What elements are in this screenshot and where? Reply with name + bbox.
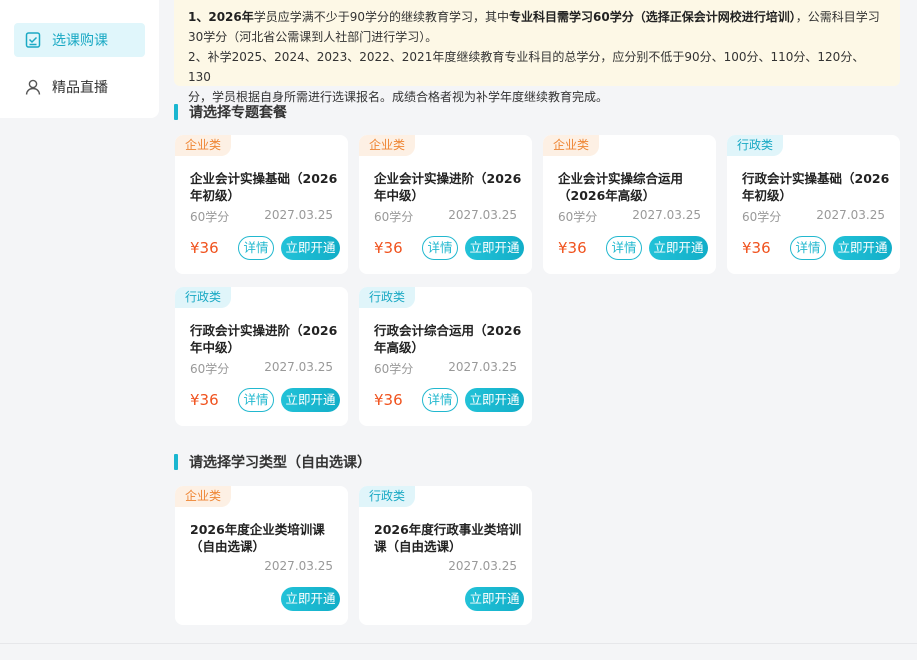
card-date: 2027.03.25 — [632, 208, 701, 222]
open-now-button[interactable]: 立即开通 — [465, 388, 524, 412]
notice-text: 学员应学满不少于90学分的继续教育学习，其中 — [253, 10, 510, 24]
notice-banner: 1、2026年学员应学满不少于90学分的继续教育学习，其中专业科目需学习60学分… — [174, 0, 900, 104]
notice-text: ，公需科目学习 — [795, 10, 880, 24]
package-card: 行政类 行政会计综合运用（2026年高级） 60学分 2027.03.25 ¥3… — [359, 287, 532, 426]
notice-text: 分，学员根据自身所需进行选课报名。成绩合格者视为补学年度继续教育完成。 — [188, 90, 609, 104]
card-date: 2027.03.25 — [448, 559, 517, 573]
card-title: 企业会计实操进阶（2026年中级） — [374, 171, 522, 203]
card-credits: 60学分 — [190, 362, 230, 376]
package-card: 行政类 行政会计实操进阶（2026年中级） 60学分 2027.03.25 ¥3… — [175, 287, 348, 426]
open-now-button[interactable]: 立即开通 — [281, 236, 340, 260]
user-icon — [24, 78, 42, 96]
detail-button[interactable]: 详情 — [606, 236, 642, 260]
card-credits: 60学分 — [374, 362, 414, 376]
card-price: ¥36 — [558, 239, 587, 257]
card-price: ¥36 — [374, 239, 403, 257]
category-tag: 行政类 — [175, 287, 232, 308]
card-credits: 60学分 — [742, 210, 782, 224]
open-now-button[interactable]: 立即开通 — [465, 587, 524, 611]
package-card: 企业类 企业会计实操基础（2026年初级） 60学分 2027.03.25 ¥3… — [175, 135, 348, 274]
card-title: 企业会计实操综合运用（2026年高级） — [558, 171, 684, 203]
open-now-button[interactable]: 立即开通 — [649, 236, 708, 260]
category-tag: 企业类 — [543, 135, 600, 156]
card-credits: 60学分 — [374, 210, 414, 224]
bottom-divider — [0, 643, 917, 644]
open-now-button[interactable]: 立即开通 — [833, 236, 892, 260]
package-card: 企业类 企业会计实操进阶（2026年中级） 60学分 2027.03.25 ¥3… — [359, 135, 532, 274]
card-price: ¥36 — [374, 391, 403, 409]
section-title-free-selection: 请选择学习类型（自由选课） — [174, 453, 371, 471]
category-tag: 企业类 — [175, 135, 232, 156]
sidebar-item-label: 精品直播 — [52, 80, 108, 96]
card-title: 2026年度企业类培训课（自由选课） — [190, 522, 325, 554]
card-title: 企业会计实操基础（2026年初级） — [190, 171, 338, 203]
open-now-button[interactable]: 立即开通 — [281, 587, 340, 611]
detail-button[interactable]: 详情 — [238, 236, 274, 260]
card-credits: 60学分 — [190, 210, 230, 224]
sidebar: 选课购课 精品直播 — [0, 0, 159, 118]
card-price: ¥36 — [190, 391, 219, 409]
detail-button[interactable]: 详情 — [422, 236, 458, 260]
card-price: ¥36 — [742, 239, 771, 257]
sidebar-item-live[interactable]: 精品直播 — [14, 70, 145, 104]
checkbox-list-icon — [24, 31, 42, 49]
category-tag: 行政类 — [359, 287, 416, 308]
free-course-card: 企业类 2026年度企业类培训课（自由选课） 2027.03.25 立即开通 — [175, 486, 348, 625]
section-title-packages: 请选择专题套餐 — [174, 103, 287, 121]
free-course-card: 行政类 2026年度行政事业类培训课（自由选课） 2027.03.25 立即开通 — [359, 486, 532, 625]
card-price: ¥36 — [190, 239, 219, 257]
notice-strong: 专业科目需学习60学分（选择正保会计网校进行培训） — [509, 10, 796, 24]
card-title: 行政会计实操基础（2026年初级） — [742, 171, 890, 203]
notice-text: 30学分（河北省公需课到人社部门进行学习）。 — [188, 30, 438, 44]
card-date: 2027.03.25 — [264, 559, 333, 573]
card-title: 行政会计综合运用（2026年高级） — [374, 323, 522, 355]
sidebar-item-label: 选课购课 — [52, 33, 108, 49]
sidebar-item-course-selection[interactable]: 选课购课 — [14, 23, 145, 57]
category-tag: 企业类 — [359, 135, 416, 156]
notice-strong: 1、2026年 — [188, 10, 254, 24]
card-date: 2027.03.25 — [448, 208, 517, 222]
card-credits: 60学分 — [558, 210, 598, 224]
card-title: 2026年度行政事业类培训课（自由选课） — [374, 522, 522, 554]
category-tag: 企业类 — [175, 486, 232, 507]
detail-button[interactable]: 详情 — [238, 388, 274, 412]
notice-text: 2、补学2025、2024、2023、2022、2021年度继续教育专业科目的总… — [188, 50, 865, 84]
package-card: 企业类 企业会计实操综合运用（2026年高级） 60学分 2027.03.25 … — [543, 135, 716, 274]
card-date: 2027.03.25 — [264, 360, 333, 374]
open-now-button[interactable]: 立即开通 — [281, 388, 340, 412]
package-card: 行政类 行政会计实操基础（2026年初级） 60学分 2027.03.25 ¥3… — [727, 135, 900, 274]
category-tag: 行政类 — [727, 135, 784, 156]
card-date: 2027.03.25 — [448, 360, 517, 374]
card-title: 行政会计实操进阶（2026年中级） — [190, 323, 338, 355]
card-date: 2027.03.25 — [816, 208, 885, 222]
card-date: 2027.03.25 — [264, 208, 333, 222]
detail-button[interactable]: 详情 — [422, 388, 458, 412]
detail-button[interactable]: 详情 — [790, 236, 826, 260]
open-now-button[interactable]: 立即开通 — [465, 236, 524, 260]
category-tag: 行政类 — [359, 486, 416, 507]
